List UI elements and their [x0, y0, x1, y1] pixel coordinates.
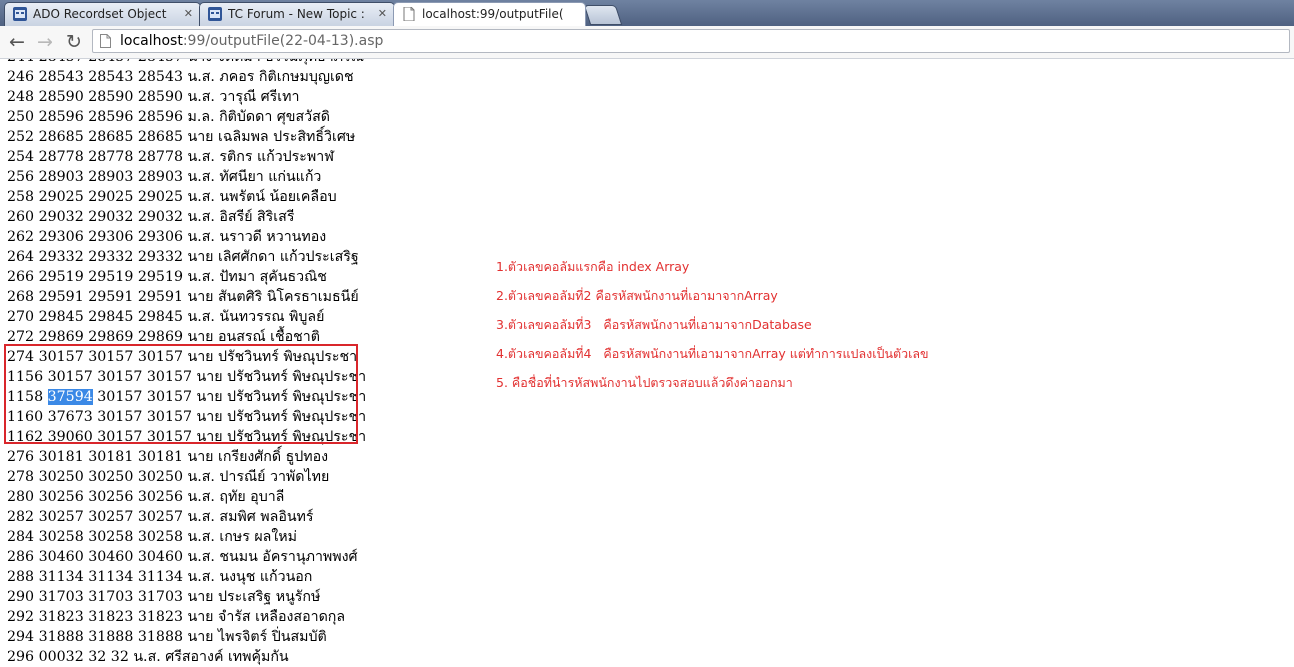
- output-row: 246 28543 28543 28543 น.ส. ภคอร กิติเกษม…: [7, 67, 366, 87]
- row-text: 266 29519 29519 29519 น.ส. ปัทมา สุคันธว…: [7, 269, 327, 285]
- row-text: 268 29591 29591 29591 นาย สันตศิริ นิโคร…: [7, 289, 359, 305]
- row-text: 256 28903 28903 28903 น.ส. ทัศนียา แก่นแ…: [7, 169, 322, 185]
- tab-tc-forum[interactable]: TC Forum - New Topic : ✕: [199, 2, 395, 26]
- row-text: 272 29869 29869 29869 นาย อนสรณ์ เชื้อชา…: [7, 329, 320, 345]
- w3schools-favicon-icon: [13, 7, 27, 21]
- row-text: 282 30257 30257 30257 น.ส. สมพิศ พลอินทร…: [7, 509, 314, 525]
- row-text: 280 30256 30256 30256 น.ส. ฤทัย อุบาลี: [7, 489, 285, 505]
- back-arrow-icon[interactable]: ←: [6, 32, 28, 52]
- output-row: 288 31134 31134 31134 น.ส. นงนุช แก้วนอก: [7, 567, 366, 587]
- reload-icon[interactable]: ↻: [63, 32, 85, 52]
- output-row: 276 30181 30181 30181 นาย เกรียงศักดิ์ ธ…: [7, 447, 366, 467]
- close-tab-icon[interactable]: ✕: [184, 3, 193, 25]
- row-text: 292 31823 31823 31823 นาย จำรัส เหลืองสอ…: [7, 609, 346, 625]
- row-text: 252 28685 28685 28685 นาย เฉลิมพล ประสิท…: [7, 129, 356, 145]
- output-row: 258 29025 29025 29025 น.ส. นพรัตน์ น้อยเ…: [7, 187, 366, 207]
- output-row: 296 00032 32 32 น.ส. ศรีสอางค์ เทพคุ้มกั…: [7, 647, 366, 667]
- output-row: 270 29845 29845 29845 น.ส. นันทวรรณ พิบู…: [7, 307, 366, 327]
- row-text: 244 28457 28457 28457 นาง จิตติมา ธรรมภุ…: [7, 59, 364, 65]
- row-text: 250 28596 28596 28596 ม.ล. กิติบัดดา ศุข…: [7, 109, 331, 125]
- row-text: 288 31134 31134 31134 น.ส. นงนุช แก้วนอก: [7, 569, 313, 585]
- url-text[interactable]: localhost:99/outputFile(22-04-13).asp: [120, 30, 383, 52]
- page-favicon-icon: [403, 7, 415, 21]
- annotation-notes: 1.ตัวเลขคอลัมแรกคือ index Array 2.ตัวเลขค…: [496, 257, 929, 402]
- row-text: 284 30258 30258 30258 น.ส. เกษร ผลใหม่: [7, 529, 297, 545]
- output-row: 282 30257 30257 30257 น.ส. สมพิศ พลอินทร…: [7, 507, 366, 527]
- annotation-note: 4.ตัวเลขคอลัมที่4 คือรหัสพนักงานที่เอามา…: [496, 346, 929, 361]
- output-row: 292 31823 31823 31823 นาย จำรัส เหลืองสอ…: [7, 607, 366, 627]
- close-tab-icon[interactable]: ✕: [378, 3, 387, 25]
- output-row: 284 30258 30258 30258 น.ส. เกษร ผลใหม่: [7, 527, 366, 547]
- output-row: 268 29591 29591 29591 นาย สันตศิริ นิโคร…: [7, 287, 366, 307]
- tab-ado-recordset[interactable]: ADO Recordset Object ✕: [4, 2, 201, 26]
- output-row: 262 29306 29306 29306 น.ส. นราวดี หวานทอ…: [7, 227, 366, 247]
- url-path: :99/outputFile(22-04-13).asp: [182, 33, 384, 49]
- row-text: 270 29845 29845 29845 น.ส. นันทวรรณ พิบู…: [7, 309, 325, 325]
- annotation-note: 1.ตัวเลขคอลัมแรกคือ index Array: [496, 259, 690, 274]
- output-row: 248 28590 28590 28590 น.ส. วารุณี ศรีเทา: [7, 87, 366, 107]
- output-row: 290 31703 31703 31703 นาย ประเสริฐ หนูรั…: [7, 587, 366, 607]
- output-row: 252 28685 28685 28685 นาย เฉลิมพล ประสิท…: [7, 127, 366, 147]
- output-row: 286 30460 30460 30460 น.ส. ชนมน อัครานุภ…: [7, 547, 366, 567]
- row-text: 246 28543 28543 28543 น.ส. ภคอร กิติเกษม…: [7, 69, 354, 85]
- new-tab-button[interactable]: [583, 5, 623, 25]
- row-text: 260 29032 29032 29032 น.ส. อิสรีย์ สิริเ…: [7, 209, 295, 225]
- output-row: 264 29332 29332 29332 นาย เลิศศักดา แก้ว…: [7, 247, 366, 267]
- tab-output-file[interactable]: localhost:99/outputFile(22: [393, 2, 586, 26]
- output-row: 280 30256 30256 30256 น.ส. ฤทัย อุบาลี: [7, 487, 366, 507]
- address-bar[interactable]: localhost:99/outputFile(22-04-13).asp: [92, 29, 1290, 53]
- row-text: 278 30250 30250 30250 น.ส. ปารณีย์ วาพัด…: [7, 469, 330, 485]
- row-text: 294 31888 31888 31888 นาย ไพรจิตร์ ปิ่นส…: [7, 629, 327, 645]
- output-row: 266 29519 29519 29519 น.ส. ปัทมา สุคันธว…: [7, 267, 366, 287]
- page-content: 244 28457 28457 28457 นาง จิตติมา ธรรมภุ…: [0, 59, 1294, 667]
- tab-label: ADO Recordset Object: [33, 7, 167, 21]
- tab-label: TC Forum - New Topic :: [228, 7, 365, 21]
- annotation-note: 2.ตัวเลขคอลัมที่2 คือรหัสพนักงานที่เอามา…: [496, 288, 778, 303]
- row-text: 262 29306 29306 29306 น.ส. นราวดี หวานทอ…: [7, 229, 327, 245]
- row-text: 264 29332 29332 29332 นาย เลิศศักดา แก้ว…: [7, 249, 359, 265]
- tab-label: localhost:99/outputFile(22: [422, 7, 563, 21]
- forward-arrow-icon[interactable]: →: [34, 32, 56, 52]
- highlight-box: [4, 344, 358, 444]
- row-text: 290 31703 31703 31703 นาย ประเสริฐ หนูรั…: [7, 589, 321, 605]
- tab-strip: ADO Recordset Object ✕ TC Forum - New To…: [0, 0, 1294, 26]
- row-text: 248 28590 28590 28590 น.ส. วารุณี ศรีเทา: [7, 89, 300, 105]
- forum-favicon-icon: [208, 7, 222, 21]
- row-text: 286 30460 30460 30460 น.ส. ชนมน อัครานุภ…: [7, 549, 358, 565]
- output-row: 250 28596 28596 28596 ม.ล. กิติบัดดา ศุข…: [7, 107, 366, 127]
- output-row: 256 28903 28903 28903 น.ส. ทัศนียา แก่นแ…: [7, 167, 366, 187]
- row-text: 296 00032 32 32 น.ส. ศรีสอางค์ เทพคุ้มกั…: [7, 649, 289, 665]
- output-row: 254 28778 28778 28778 น.ส. รติกร แก้วประ…: [7, 147, 366, 167]
- url-host: localhost: [120, 33, 183, 49]
- page-icon: [100, 34, 111, 48]
- output-row: 278 30250 30250 30250 น.ส. ปารณีย์ วาพัด…: [7, 467, 366, 487]
- row-text: 254 28778 28778 28778 น.ส. รติกร แก้วประ…: [7, 149, 334, 165]
- row-text: 276 30181 30181 30181 นาย เกรียงศักดิ์ ธ…: [7, 449, 329, 465]
- output-row: 294 31888 31888 31888 นาย ไพรจิตร์ ปิ่นส…: [7, 627, 366, 647]
- output-row: 244 28457 28457 28457 นาง จิตติมา ธรรมภุ…: [7, 59, 366, 67]
- output-row: 260 29032 29032 29032 น.ส. อิสรีย์ สิริเ…: [7, 207, 366, 227]
- annotation-note: 3.ตัวเลขคอลัมที่3 คือรหัสพนักงานที่เอามา…: [496, 317, 812, 332]
- annotation-note: 5. คือชื่อที่นำรหัสพนักงานไปตรวจสอบแล้วด…: [496, 375, 793, 390]
- row-text: 258 29025 29025 29025 น.ส. นพรัตน์ น้อยเ…: [7, 189, 337, 205]
